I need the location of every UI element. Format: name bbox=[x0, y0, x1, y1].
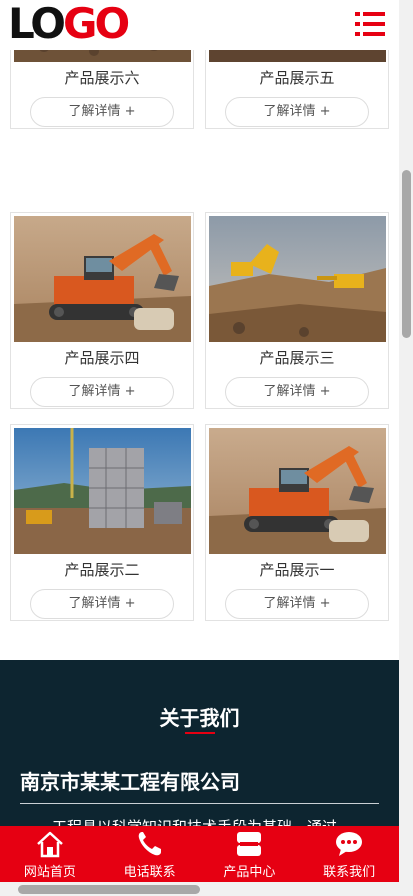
product-photo-orange-excavator[interactable] bbox=[209, 428, 386, 554]
product-title[interactable]: 产品展示一 bbox=[206, 559, 388, 580]
nav-contact[interactable]: 联系我们 bbox=[299, 826, 399, 882]
page-content: 产品展示六 了解详情 + 产品展示五 了解详情 + 产品展示四 了解详情 + 产… bbox=[0, 0, 399, 896]
product-card[interactable]: 产品展示四 了解详情 + bbox=[10, 212, 194, 409]
logo-text-part1: LO bbox=[8, 0, 66, 48]
learn-more-button[interactable]: 了解详情 + bbox=[225, 97, 369, 127]
nav-label: 网站首页 bbox=[23, 865, 76, 880]
product-title[interactable]: 产品展示四 bbox=[11, 347, 193, 368]
bottom-nav: 网站首页 电话联系 产品中心 联系我们 bbox=[0, 826, 399, 882]
site-header: LO GO bbox=[0, 0, 399, 50]
nav-label: 产品中心 bbox=[223, 865, 276, 880]
logo-text-part2: GO bbox=[62, 0, 130, 48]
product-photo-construction-tower[interactable] bbox=[14, 428, 191, 554]
nav-products[interactable]: 产品中心 bbox=[200, 826, 300, 882]
about-heading: 关于我们 bbox=[159, 706, 240, 730]
home-icon bbox=[37, 831, 63, 858]
product-title[interactable]: 产品展示五 bbox=[206, 67, 388, 88]
product-center-icon bbox=[237, 832, 262, 856]
product-card[interactable]: 产品展示二 了解详情 + bbox=[10, 424, 194, 621]
product-photo-yellow-excavators[interactable] bbox=[209, 216, 386, 342]
product-card[interactable]: 产品展示三 了解详情 + bbox=[205, 212, 389, 409]
company-name: 南京市某某工程有限公司 bbox=[20, 770, 240, 794]
divider bbox=[20, 803, 379, 804]
learn-more-button[interactable]: 了解详情 + bbox=[30, 377, 174, 407]
menu-icon[interactable] bbox=[355, 10, 385, 38]
logo[interactable]: LO GO bbox=[8, 0, 130, 48]
phone-icon bbox=[138, 832, 161, 856]
learn-more-button[interactable]: 了解详情 + bbox=[30, 589, 174, 619]
vertical-scrollbar-track[interactable] bbox=[399, 0, 413, 882]
heading-underline bbox=[185, 732, 215, 734]
product-title[interactable]: 产品展示三 bbox=[206, 347, 388, 368]
horizontal-scrollbar-thumb[interactable] bbox=[18, 885, 200, 894]
product-card[interactable]: 产品展示一 了解详情 + bbox=[205, 424, 389, 621]
chat-icon bbox=[336, 832, 363, 856]
nav-home[interactable]: 网站首页 bbox=[0, 826, 100, 882]
product-photo-orange-excavator[interactable] bbox=[14, 216, 191, 342]
learn-more-button[interactable]: 了解详情 + bbox=[30, 97, 174, 127]
nav-label: 联系我们 bbox=[323, 865, 376, 880]
learn-more-button[interactable]: 了解详情 + bbox=[225, 589, 369, 619]
learn-more-button[interactable]: 了解详情 + bbox=[225, 377, 369, 407]
product-title[interactable]: 产品展示六 bbox=[11, 67, 193, 88]
nav-label: 电话联系 bbox=[123, 865, 176, 880]
nav-phone[interactable]: 电话联系 bbox=[100, 826, 200, 882]
product-title[interactable]: 产品展示二 bbox=[11, 559, 193, 580]
vertical-scrollbar-thumb[interactable] bbox=[402, 170, 411, 338]
